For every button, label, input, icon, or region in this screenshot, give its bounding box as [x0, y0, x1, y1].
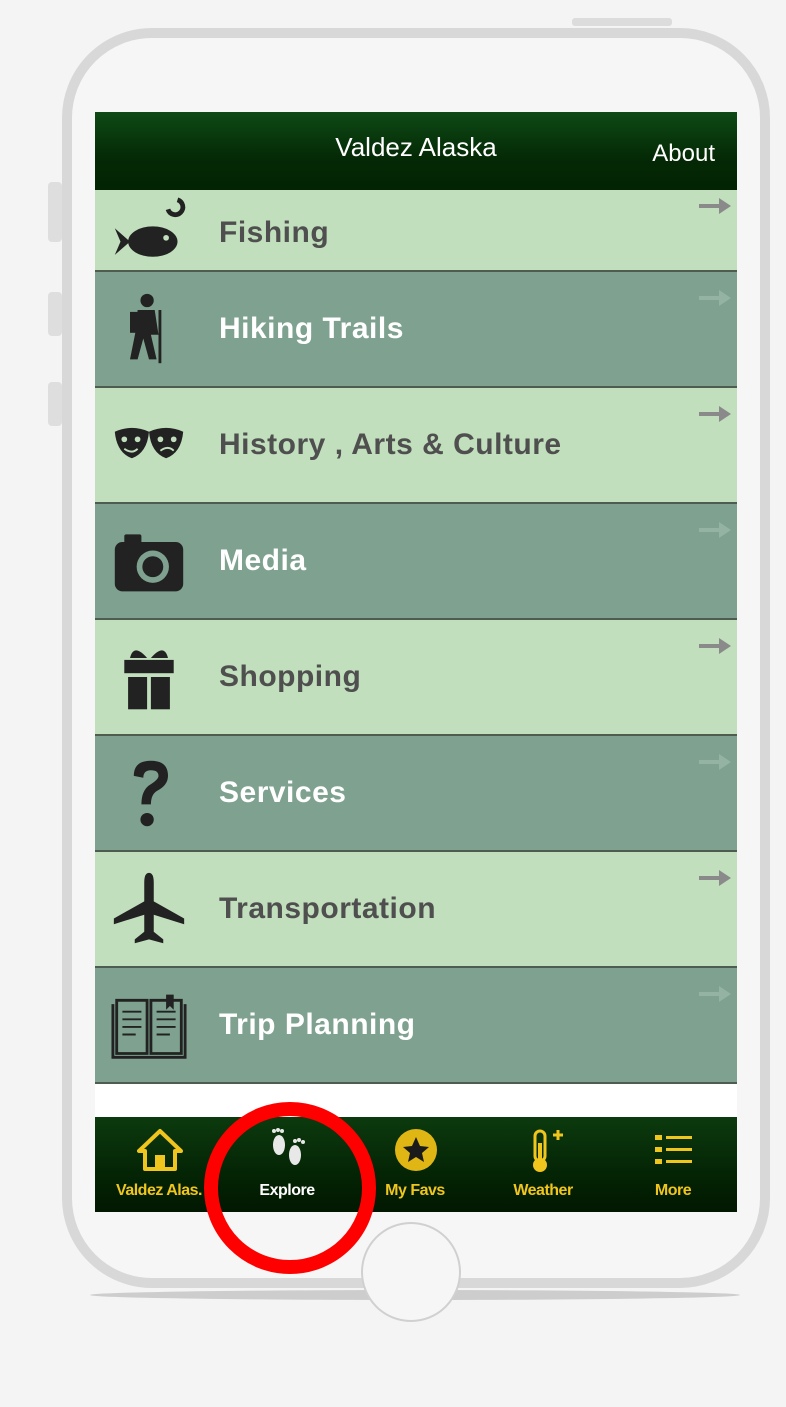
list-item-services[interactable]: Services — [95, 736, 737, 852]
arrow-right-icon — [699, 198, 731, 214]
arrow-right-icon — [699, 290, 731, 306]
gift-icon — [124, 650, 174, 710]
list-item-media[interactable]: Media — [95, 504, 737, 620]
list-item-history-arts-culture[interactable]: History , Arts & Culture — [95, 388, 737, 504]
power-button — [572, 18, 672, 26]
airplane-icon — [113, 872, 185, 944]
list-item-shopping[interactable]: Shopping — [95, 620, 737, 736]
arrow-right-icon — [699, 522, 731, 538]
category-list: Fishing Hiking Trails History , Arts & C… — [95, 190, 737, 1084]
arrow-right-icon — [699, 870, 731, 886]
list-item-label: Hiking Trails — [219, 312, 404, 345]
book-icon — [111, 994, 187, 1059]
arrow-right-icon — [699, 406, 731, 422]
question-mark-icon — [133, 760, 168, 827]
fish-icon — [114, 197, 186, 257]
list-item-label: Media — [219, 544, 307, 577]
arrow-right-icon — [699, 638, 731, 654]
nav-header: Valdez Alaska About — [95, 112, 737, 190]
volume-down-button — [48, 382, 62, 426]
app-screen: Valdez Alaska About Fishing Hiking Trail… — [95, 112, 737, 1212]
arrow-right-icon — [699, 986, 731, 1002]
tab-bar: Valdez Alas. Explore My Favs Weather Mor… — [95, 1117, 737, 1212]
tab-label: More — [654, 1182, 692, 1199]
mute-switch — [48, 182, 62, 242]
star-icon — [395, 1129, 437, 1171]
list-item-label: Trip Planning — [219, 1008, 416, 1041]
volume-up-button — [48, 292, 62, 336]
tab-label: Weather — [513, 1182, 573, 1199]
tab-weather[interactable]: Weather — [479, 1117, 607, 1212]
home-icon — [137, 1129, 183, 1171]
list-item-label: Transportation — [219, 892, 437, 925]
list-item-label: Fishing — [219, 216, 330, 249]
list-item-label: Services — [219, 776, 347, 809]
theater-masks-icon — [114, 427, 184, 459]
highlight-circle — [204, 1102, 376, 1274]
about-button[interactable]: About — [652, 140, 715, 168]
list-item-label: History , Arts & Culture — [219, 428, 562, 461]
list-item-transportation[interactable]: Transportation — [95, 852, 737, 968]
home-button[interactable] — [361, 1222, 461, 1322]
camera-icon — [114, 534, 184, 592]
list-item-hiking-trails[interactable]: Hiking Trails — [95, 272, 737, 388]
list-icon — [655, 1135, 692, 1164]
page-title: Valdez Alaska — [335, 132, 497, 162]
tab-more[interactable]: More — [609, 1117, 737, 1212]
thermometer-icon — [533, 1129, 563, 1172]
arrow-right-icon — [699, 754, 731, 770]
list-item-fishing[interactable]: Fishing — [95, 190, 737, 272]
list-item-label: Shopping — [219, 660, 362, 693]
hiker-icon — [130, 293, 162, 364]
list-item-trip-planning[interactable]: Trip Planning — [95, 968, 737, 1084]
